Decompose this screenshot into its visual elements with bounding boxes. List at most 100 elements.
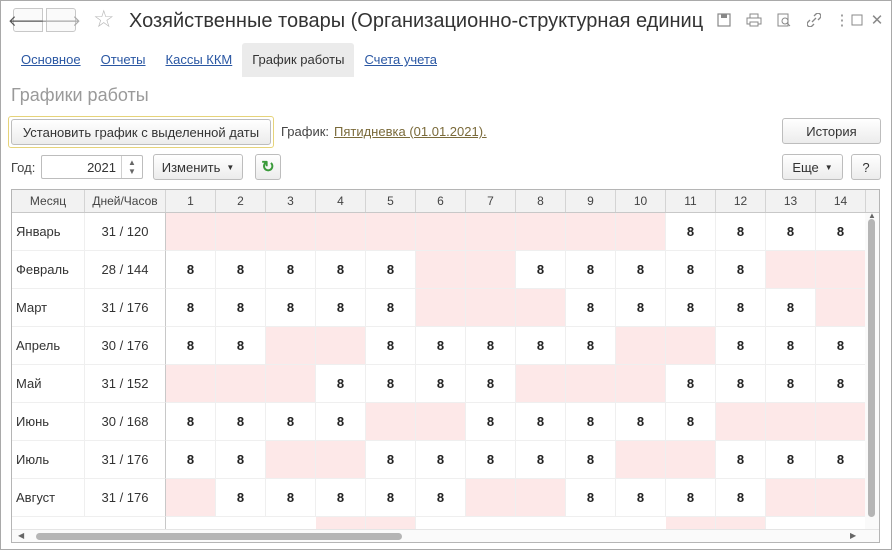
day-hours-cell[interactable]: 8 <box>716 327 766 365</box>
month-cell[interactable]: Август <box>12 479 85 517</box>
month-cell[interactable]: Май <box>12 365 85 403</box>
table-row[interactable]: Январь 31 / 120 8 8 8 8 <box>12 213 879 251</box>
vertical-scroll-thumb[interactable] <box>868 219 875 517</box>
day-off-cell[interactable] <box>766 479 816 517</box>
day-hours-cell[interactable]: 8 <box>266 251 316 289</box>
day-hours-cell[interactable]: 8 <box>566 403 616 441</box>
day-off-cell[interactable] <box>466 289 516 327</box>
day-hours-cell[interactable]: 8 <box>816 327 866 365</box>
day-off-cell[interactable] <box>466 479 516 517</box>
day-hours-cell[interactable]: 8 <box>716 441 766 479</box>
day-off-cell[interactable] <box>266 441 316 479</box>
day-hours-cell[interactable]: 8 <box>216 441 266 479</box>
table-row[interactable]: Август 31 / 176 8 8 8 8 8 8 8 8 8 <box>12 479 879 517</box>
day-off-cell[interactable] <box>816 251 866 289</box>
day-hours-cell[interactable]: 8 <box>516 251 566 289</box>
column-header-day[interactable]: 12 <box>716 190 766 212</box>
day-hours-cell[interactable]: 8 <box>266 403 316 441</box>
link-icon[interactable] <box>804 10 824 30</box>
day-off-cell[interactable] <box>366 403 416 441</box>
column-header-day[interactable]: 7 <box>466 190 516 212</box>
day-hours-cell[interactable]: 8 <box>716 365 766 403</box>
day-hours-cell[interactable]: 8 <box>616 289 666 327</box>
scroll-left-icon[interactable]: ◀ <box>18 531 24 540</box>
day-hours-cell[interactable]: 8 <box>216 479 266 517</box>
day-hours-cell[interactable]: 8 <box>766 213 816 251</box>
days-hours-cell[interactable]: 31 / 176 <box>85 479 166 517</box>
days-hours-cell[interactable]: 30 / 176 <box>85 327 166 365</box>
day-hours-cell[interactable]: 8 <box>766 365 816 403</box>
day-hours-cell[interactable]: 8 <box>566 327 616 365</box>
day-off-cell[interactable] <box>516 479 566 517</box>
print-icon[interactable] <box>744 10 764 30</box>
month-cell[interactable]: Март <box>12 289 85 327</box>
day-hours-cell[interactable]: 8 <box>166 441 216 479</box>
horizontal-scrollbar[interactable]: ◀ ▶ <box>12 529 879 542</box>
day-off-cell[interactable] <box>266 365 316 403</box>
day-hours-cell[interactable]: 8 <box>716 213 766 251</box>
more-button[interactable]: Еще ▼ <box>782 154 843 180</box>
day-hours-cell[interactable]: 8 <box>316 289 366 327</box>
horizontal-scroll-thumb[interactable] <box>36 533 402 540</box>
day-hours-cell[interactable]: 8 <box>716 251 766 289</box>
day-hours-cell[interactable]: 8 <box>416 327 466 365</box>
schedule-grid[interactable]: Месяц Дней/Часов 1 2 3 4 5 6 7 8 9 10 11 12 13 14 Январ… <box>11 189 880 543</box>
day-off-cell[interactable] <box>416 251 466 289</box>
day-off-cell[interactable] <box>516 213 566 251</box>
scroll-right-icon[interactable]: ▶ <box>850 531 856 540</box>
favorite-star-icon[interactable]: ☆ <box>93 6 115 34</box>
day-hours-cell[interactable]: 8 <box>666 365 716 403</box>
day-hours-cell[interactable]: 8 <box>266 479 316 517</box>
day-off-cell[interactable] <box>616 327 666 365</box>
day-hours-cell[interactable]: 8 <box>716 289 766 327</box>
day-hours-cell[interactable]: 8 <box>766 289 816 327</box>
column-header-day[interactable]: 1 <box>166 190 216 212</box>
table-row[interactable]: Июнь 30 / 168 8 8 8 8 8 8 8 8 8 <box>12 403 879 441</box>
day-hours-cell[interactable]: 8 <box>766 441 816 479</box>
day-off-cell[interactable] <box>816 289 866 327</box>
day-hours-cell[interactable]: 8 <box>416 479 466 517</box>
day-off-cell[interactable] <box>666 441 716 479</box>
day-hours-cell[interactable]: 8 <box>316 365 366 403</box>
tab-accounts[interactable]: Счета учета <box>354 43 447 77</box>
column-header-day[interactable]: 8 <box>516 190 566 212</box>
day-hours-cell[interactable]: 8 <box>266 289 316 327</box>
day-hours-cell[interactable]: 8 <box>516 327 566 365</box>
table-row[interactable]: Апрель 30 / 176 8 8 8 8 8 8 8 8 8 8 <box>12 327 879 365</box>
day-hours-cell[interactable]: 8 <box>766 327 816 365</box>
vertical-scrollbar[interactable]: ▲ <box>865 211 879 530</box>
day-hours-cell[interactable]: 8 <box>166 289 216 327</box>
month-cell[interactable]: Февраль <box>12 251 85 289</box>
day-hours-cell[interactable]: 8 <box>816 441 866 479</box>
schedule-link[interactable]: Пятидневка (01.01.2021). <box>334 124 487 139</box>
day-hours-cell[interactable]: 8 <box>566 479 616 517</box>
day-hours-cell[interactable]: 8 <box>816 365 866 403</box>
day-hours-cell[interactable]: 8 <box>466 327 516 365</box>
set-schedule-button[interactable]: Установить график с выделенной даты <box>11 119 271 145</box>
day-hours-cell[interactable]: 8 <box>216 403 266 441</box>
save-icon[interactable] <box>714 10 734 30</box>
day-hours-cell[interactable]: 8 <box>516 441 566 479</box>
day-off-cell[interactable] <box>166 479 216 517</box>
day-off-cell[interactable] <box>816 479 866 517</box>
column-header-day[interactable]: 9 <box>566 190 616 212</box>
history-button[interactable]: История <box>782 118 881 144</box>
column-header-day[interactable]: 2 <box>216 190 266 212</box>
day-off-cell[interactable] <box>616 365 666 403</box>
column-header-days-hours[interactable]: Дней/Часов <box>85 190 166 212</box>
day-hours-cell[interactable]: 8 <box>166 403 216 441</box>
day-hours-cell[interactable]: 8 <box>216 289 266 327</box>
spin-down-icon[interactable]: ▼ <box>128 167 136 176</box>
column-header-day[interactable]: 4 <box>316 190 366 212</box>
help-button[interactable]: ? <box>851 154 881 180</box>
close-icon[interactable]: ✕ <box>867 10 887 30</box>
day-hours-cell[interactable]: 8 <box>366 365 416 403</box>
day-off-cell[interactable] <box>316 213 366 251</box>
day-hours-cell[interactable]: 8 <box>666 213 716 251</box>
day-hours-cell[interactable]: 8 <box>666 479 716 517</box>
day-hours-cell[interactable]: 8 <box>666 251 716 289</box>
column-header-day[interactable]: 14 <box>816 190 866 212</box>
day-off-cell[interactable] <box>666 327 716 365</box>
day-off-cell[interactable] <box>766 251 816 289</box>
day-hours-cell[interactable]: 8 <box>216 327 266 365</box>
